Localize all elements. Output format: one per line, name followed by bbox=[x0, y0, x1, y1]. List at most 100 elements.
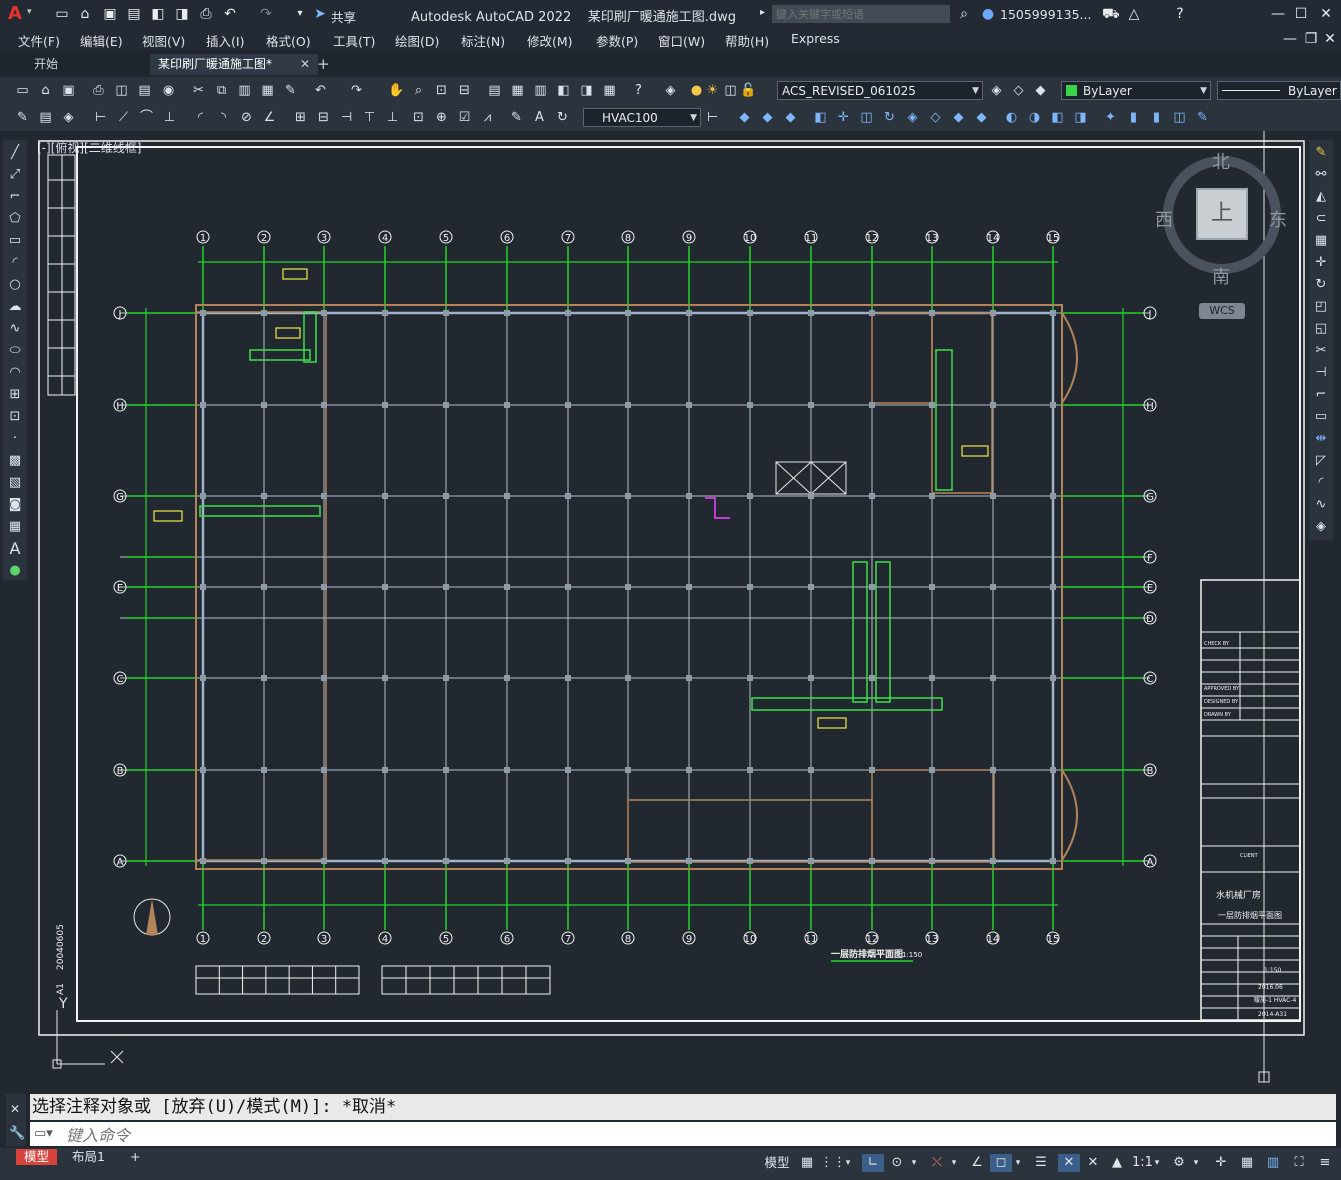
markup-icon[interactable]: ◨ bbox=[578, 82, 595, 99]
make-block-icon[interactable]: ⊡ bbox=[6, 408, 24, 426]
dim-linear-icon[interactable]: ⊢ bbox=[92, 109, 109, 126]
plot-icon[interactable]: ⎙ bbox=[90, 82, 107, 99]
dim-space-icon[interactable]: ⊤ bbox=[361, 109, 378, 126]
inspect-icon[interactable]: ☑ bbox=[456, 109, 473, 126]
dim-edit-icon[interactable]: ✎ bbox=[508, 109, 525, 126]
polar-dropdown-icon[interactable]: ▾ bbox=[908, 1154, 920, 1172]
dim-arc-icon[interactable]: ⌒ bbox=[138, 109, 155, 126]
qnew-icon[interactable]: ▭ bbox=[14, 82, 31, 99]
offset-tool-icon[interactable]: ⊂ bbox=[1312, 210, 1330, 228]
join-tool-icon[interactable]: ⇹ bbox=[1312, 430, 1330, 448]
revcloud-icon[interactable]: ☁ bbox=[6, 298, 24, 316]
chamfer-tool-icon[interactable]: ◸ bbox=[1312, 452, 1330, 470]
table-icon[interactable]: ▦ bbox=[6, 518, 24, 536]
fillet-icon[interactable]: ◨ bbox=[1072, 109, 1089, 126]
properties-icon[interactable]: ▤ bbox=[486, 82, 503, 99]
model-space-button[interactable]: 模型 bbox=[762, 1154, 792, 1172]
customization-menu-icon[interactable]: ≡ bbox=[1314, 1154, 1336, 1172]
save-as-icon[interactable]: ▤ bbox=[126, 6, 142, 22]
tolerance-icon[interactable]: ⊡ bbox=[410, 109, 427, 126]
spline-icon[interactable]: ∿ bbox=[6, 320, 24, 338]
pedit-icon[interactable]: ▮ bbox=[1125, 109, 1142, 126]
construction-line-icon[interactable]: ⤢ bbox=[6, 166, 24, 184]
mirror-icon[interactable]: ◆ bbox=[782, 109, 799, 126]
preview-icon[interactable]: ◫ bbox=[113, 82, 130, 99]
tab-layout1[interactable]: 布局1 bbox=[64, 1149, 113, 1165]
annotate-icon[interactable]: ▤ bbox=[37, 109, 54, 126]
layer-on-icon[interactable]: ● bbox=[688, 82, 705, 99]
tab-drawing[interactable]: 某印刷厂暖通施工图* ✕ bbox=[150, 54, 318, 75]
copy-icon[interactable]: ⧉ bbox=[213, 82, 230, 99]
layer-lock-icon[interactable]: 🔓 bbox=[740, 82, 757, 99]
viewcube-west[interactable]: 西 bbox=[1155, 206, 1173, 232]
menu-tools[interactable]: 工具(T) bbox=[333, 31, 375, 50]
dim-baseline-icon[interactable]: ⊟ bbox=[315, 109, 332, 126]
scale-tool-icon[interactable]: ◰ bbox=[1312, 298, 1330, 316]
move-icon[interactable]: ◫ bbox=[858, 109, 875, 126]
open-file-icon[interactable]: ⌂ bbox=[77, 6, 93, 22]
new-tab-icon[interactable]: + bbox=[309, 54, 341, 75]
command-input[interactable] bbox=[64, 1124, 1268, 1146]
save-icon[interactable]: ▣ bbox=[102, 6, 118, 22]
dim-style-icon[interactable]: ⊢ bbox=[704, 109, 721, 126]
user-icon[interactable]: ● bbox=[980, 6, 996, 22]
close-command-icon[interactable]: ✕ bbox=[10, 1102, 20, 1116]
blend-icon[interactable]: ∿ bbox=[1312, 496, 1330, 514]
object-snap-tracking-icon[interactable]: ∠ bbox=[966, 1154, 988, 1172]
attr-edit-icon[interactable]: ✎ bbox=[1194, 109, 1211, 126]
viewcube-north[interactable]: 北 bbox=[1212, 148, 1230, 174]
make-current-icon[interactable]: ◈ bbox=[988, 82, 1005, 99]
annotation-scale-value[interactable]: 1:1 bbox=[1132, 1154, 1153, 1172]
isodraft-icon[interactable]: ⤬ bbox=[926, 1154, 948, 1172]
line-icon[interactable]: ╱ bbox=[6, 144, 24, 162]
dim-text-edit-icon[interactable]: A bbox=[531, 109, 548, 126]
match-icon[interactable]: ▦ bbox=[259, 82, 276, 99]
trim-icon[interactable]: ◆ bbox=[950, 109, 967, 126]
search-icon[interactable]: ⌕ bbox=[956, 6, 972, 22]
app-menu-dropdown-icon[interactable]: ▾ bbox=[27, 7, 32, 17]
draw-order-icon[interactable]: ✎ bbox=[14, 109, 31, 126]
qat-customize-icon[interactable]: ▾ bbox=[292, 6, 308, 22]
tab-start[interactable]: 开始 bbox=[26, 54, 134, 75]
fillet-tool-icon[interactable]: ◜ bbox=[1312, 474, 1330, 492]
rectangle-icon[interactable]: ▭ bbox=[6, 232, 24, 250]
annotation-monitor-icon[interactable]: ✛ bbox=[1210, 1154, 1232, 1172]
point-icon[interactable]: · bbox=[6, 430, 24, 448]
menu-edit[interactable]: 编辑(E) bbox=[80, 31, 123, 50]
chamfer-icon[interactable]: ◧ bbox=[1049, 109, 1066, 126]
save-icon[interactable]: ▣ bbox=[60, 82, 77, 99]
dim-ordinate-icon[interactable]: ⊥ bbox=[161, 109, 178, 126]
menu-modify[interactable]: 修改(M) bbox=[527, 31, 573, 50]
polygon-icon[interactable]: ⬠ bbox=[6, 210, 24, 228]
dim-radius-icon[interactable]: ◜ bbox=[192, 109, 209, 126]
model-space-canvas[interactable]: [-][俯视][二维线框] Y 20040605 A1 1 1 2 2 3 3 4 4 5 5 6 6 7 7 8… bbox=[33, 131, 1307, 1087]
annotation-scale-icon[interactable]: ▲ bbox=[1106, 1154, 1128, 1172]
insert-block-icon[interactable]: ⊞ bbox=[6, 386, 24, 404]
splinedit-icon[interactable]: ▮ bbox=[1148, 109, 1165, 126]
layer-freeze-icon[interactable]: ☀ bbox=[704, 82, 721, 99]
doc-close-icon[interactable]: ✕ bbox=[1322, 31, 1338, 47]
dim-update-icon[interactable]: ↻ bbox=[554, 109, 571, 126]
scale-dropdown-icon[interactable]: ▾ bbox=[1152, 1154, 1162, 1172]
doc-restore-icon[interactable]: ❐ bbox=[1303, 31, 1319, 47]
snap-dropdown-icon[interactable]: ▾ bbox=[842, 1154, 854, 1172]
command-input-box[interactable]: ▭▾ bbox=[30, 1122, 1336, 1146]
mirror-tool-icon[interactable]: ◭ bbox=[1312, 188, 1330, 206]
tool-palette-icon[interactable]: ▥ bbox=[532, 82, 549, 99]
stretch-icon[interactable]: ◇ bbox=[927, 109, 944, 126]
gradient-icon[interactable]: ▧ bbox=[6, 474, 24, 492]
layer-props-icon[interactable]: ◈ bbox=[662, 82, 679, 99]
lineweight-icon[interactable]: ☰ bbox=[1030, 1154, 1052, 1172]
mtext-icon[interactable]: A bbox=[6, 540, 24, 558]
quick-properties-icon[interactable]: ▥ bbox=[1262, 1154, 1284, 1172]
clean-screen-icon[interactable]: ⛶ bbox=[1288, 1154, 1310, 1172]
customize-wrench-icon[interactable]: 🔧 bbox=[9, 1126, 25, 1141]
viewcube-east[interactable]: 东 bbox=[1269, 206, 1287, 232]
move-tool-icon[interactable]: ✛ bbox=[1312, 254, 1330, 272]
center-mark-icon[interactable]: ⊕ bbox=[433, 109, 450, 126]
ortho-icon[interactable]: ∟ bbox=[862, 1154, 884, 1172]
doc-minimize-icon[interactable]: — bbox=[1282, 31, 1298, 47]
dimstyle-dropdown[interactable]: HVAC100 ▼ bbox=[583, 108, 701, 127]
menu-dimension[interactable]: 标注(N) bbox=[461, 31, 505, 50]
new-file-icon[interactable]: ▭ bbox=[54, 6, 70, 22]
